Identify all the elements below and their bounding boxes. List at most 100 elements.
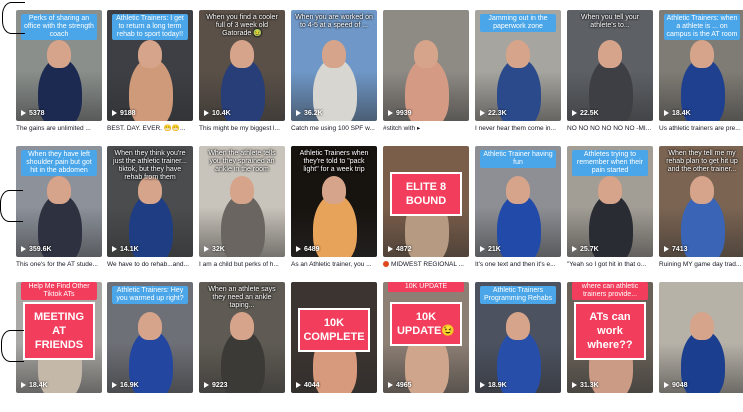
video-caption[interactable]: "Yeah so I got hit in that o... xyxy=(567,260,653,269)
view-count-value: 21K xyxy=(488,246,501,253)
video-tile[interactable]: 9939 #stitch with ▸ xyxy=(383,10,469,133)
video-caption-text: This might be my biggest l... xyxy=(199,125,280,132)
play-icon xyxy=(296,246,301,253)
view-count: 18.4K xyxy=(21,382,48,389)
person-head xyxy=(690,176,714,204)
video-tile[interactable]: Athletes trying to remember when their p… xyxy=(567,146,653,269)
overlay-text: When you find a cooler full of 3 week ol… xyxy=(206,14,278,37)
video-tile[interactable]: When you tell your athlete's to... 22.5K N… xyxy=(567,10,653,133)
overlay-text: 10K COMPLETE xyxy=(298,308,370,352)
video-tile[interactable]: When you are worked on to 4-5 at a speed… xyxy=(291,10,377,133)
view-count-value: 25.7K xyxy=(580,246,599,253)
video-tile[interactable]: ELITE 8 BOUND 4872 MIDWEST REGIONAL ... xyxy=(383,146,469,269)
view-count: 36.2K xyxy=(296,110,323,117)
video-thumbnail[interactable]: Jamming out in the paperwork zone 22.3K xyxy=(475,10,561,121)
video-caption[interactable]: Us athletic trainers are pre... xyxy=(659,124,743,133)
view-count: 4965 xyxy=(388,382,412,389)
video-tile[interactable]: When the athlete tells you they sprained… xyxy=(199,146,285,269)
video-thumbnail[interactable]: When you are worked on to 4-5 at a speed… xyxy=(291,10,377,121)
video-tile[interactable]: Athletic Trainers: I get to return a lon… xyxy=(107,10,193,133)
video-tile[interactable]: Athletic Trainer having fun 21K It's one t… xyxy=(475,146,561,269)
video-tile[interactable]: Jamming out in the paperwork zone 22.3K I … xyxy=(475,10,561,133)
video-tile[interactable]: Athletic Trainers: when a athlete is ...… xyxy=(659,10,743,133)
video-tile[interactable]: When they have left shoulder pain but go… xyxy=(16,146,102,269)
view-count: 31.3K xyxy=(572,382,599,389)
view-count: 9223 xyxy=(204,382,228,389)
video-caption-text: As an Athletic trainer, you ... xyxy=(291,261,372,268)
video-tile[interactable]: Help Me Find Other Tiktok ATs MEETING AT … xyxy=(16,282,102,393)
video-thumbnail[interactable]: When they have left shoulder pain but go… xyxy=(16,146,102,257)
video-thumbnail[interactable]: When they tell me my rehab plan to get h… xyxy=(659,146,743,257)
video-thumbnail[interactable]: Athletic Trainers: Hey you warmed up rig… xyxy=(107,282,193,393)
video-tile[interactable]: where can athletic trainers provide... AT… xyxy=(567,282,653,393)
video-thumbnail[interactable]: where can athletic trainers provide... AT… xyxy=(567,282,653,393)
view-count: 18.9K xyxy=(480,382,507,389)
video-thumbnail[interactable]: Athletes trying to remember when their p… xyxy=(567,146,653,257)
video-thumbnail[interactable]: When they think you're just the athletic… xyxy=(107,146,193,257)
video-caption-text: I never hear them come in... xyxy=(475,125,556,132)
video-thumbnail[interactable]: Athletic Trainers: when a athlete is ...… xyxy=(659,10,743,121)
overlay-text: When an athlete says they need an ankle … xyxy=(208,286,276,309)
video-thumbnail[interactable]: Perks of sharing an office with the stre… xyxy=(16,10,102,121)
person-head xyxy=(322,176,346,204)
overlay-text: Athletic Trainers: I get to return a lon… xyxy=(112,14,188,40)
video-tile[interactable]: When they tell me my rehab plan to get h… xyxy=(659,146,743,269)
video-caption[interactable]: #stitch with ▸ xyxy=(383,124,469,133)
video-caption[interactable]: I am a child but perks of h... xyxy=(199,260,285,269)
view-count: 4872 xyxy=(388,246,412,253)
video-thumbnail[interactable]: When an athlete says they need an ankle … xyxy=(199,282,285,393)
video-caption[interactable]: The gains are unlimited ... xyxy=(16,124,102,133)
video-tile[interactable]: Perks of sharing an office with the stre… xyxy=(16,10,102,133)
person-head xyxy=(230,312,254,340)
video-caption[interactable]: We have to do rehab...and... xyxy=(107,260,193,269)
video-caption[interactable]: This might be my biggest l... xyxy=(199,124,285,133)
video-caption[interactable]: NO NO NO NO NO NO -MI... xyxy=(567,124,653,133)
video-caption[interactable]: Catch me using 100 SPF w... xyxy=(291,124,377,133)
video-tile[interactable]: Athletic Trainers Programming Rehabs 18.9… xyxy=(475,282,561,393)
video-thumbnail[interactable]: Athletic Trainers when they're told to "… xyxy=(291,146,377,257)
video-tile[interactable]: Athletic Trainers: Hey you warmed up rig… xyxy=(107,282,193,393)
video-thumbnail[interactable]: Help Me Find Other Tiktok ATs MEETING AT … xyxy=(16,282,102,393)
video-thumbnail[interactable]: 9048 xyxy=(659,282,743,393)
person-head xyxy=(506,176,530,204)
video-tile[interactable]: Athletic Trainers when they're told to "… xyxy=(291,146,377,269)
play-icon xyxy=(204,246,209,253)
view-count-value: 6489 xyxy=(304,246,320,253)
video-caption[interactable]: Ruining MY game day trad... xyxy=(659,260,743,269)
overlay-text: 10K UPDATE😉 xyxy=(390,302,462,346)
view-count: 32K xyxy=(204,246,225,253)
video-tile[interactable]: When an athlete says they need an ankle … xyxy=(199,282,285,393)
video-thumbnail[interactable]: ELITE 8 BOUND 4872 xyxy=(383,146,469,257)
video-caption-text: Ruining MY game day trad... xyxy=(659,261,742,268)
video-caption[interactable]: This one's for the AT stude... xyxy=(16,260,102,269)
video-caption[interactable]: It's one text and then it's e... xyxy=(475,260,561,269)
video-thumbnail[interactable]: 10K UPDATE 10K UPDATE😉 4965 xyxy=(383,282,469,393)
video-tile[interactable]: 10K UPDATE 10K UPDATE😉 4965 xyxy=(383,282,469,393)
video-caption[interactable]: As an Athletic trainer, you ... xyxy=(291,260,377,269)
video-thumbnail[interactable]: 9939 xyxy=(383,10,469,121)
video-thumbnail[interactable]: When the athlete tells you they sprained… xyxy=(199,146,285,257)
video-caption[interactable]: I never hear them come in... xyxy=(475,124,561,133)
video-caption[interactable]: BEST. DAY. EVER. 😁😁... xyxy=(107,124,193,133)
video-thumbnail[interactable]: Athletic Trainers: I get to return a lon… xyxy=(107,10,193,121)
video-tile[interactable]: When they think you're just the athletic… xyxy=(107,146,193,269)
play-icon xyxy=(664,110,669,117)
video-caption-text: MIDWEST REGIONAL ... xyxy=(391,261,464,268)
video-tile[interactable]: 10K COMPLETE 4044 xyxy=(291,282,377,393)
video-thumbnail[interactable]: When you tell your athlete's to... 22.5K xyxy=(567,10,653,121)
person-head xyxy=(47,176,71,204)
video-thumbnail[interactable]: 10K COMPLETE 4044 xyxy=(291,282,377,393)
video-tile[interactable]: When you find a cooler full of 3 week ol… xyxy=(199,10,285,133)
video-thumbnail[interactable]: Athletic Trainers Programming Rehabs 18.9… xyxy=(475,282,561,393)
video-tile[interactable]: 9048 xyxy=(659,282,743,393)
view-count: 9048 xyxy=(664,382,688,389)
overlay-text: Athletic Trainers Programming Rehabs xyxy=(480,286,556,304)
video-thumbnail[interactable]: When you find a cooler full of 3 week ol… xyxy=(199,10,285,121)
video-thumbnail[interactable]: Athletic Trainer having fun 21K xyxy=(475,146,561,257)
overlay-text: When they think you're just the athletic… xyxy=(113,150,187,181)
person-head xyxy=(414,40,438,68)
person-head xyxy=(506,40,530,68)
video-caption-text: Catch me using 100 SPF w... xyxy=(291,125,375,132)
video-caption[interactable]: MIDWEST REGIONAL ... xyxy=(383,260,469,269)
view-count: 16.9K xyxy=(112,382,139,389)
